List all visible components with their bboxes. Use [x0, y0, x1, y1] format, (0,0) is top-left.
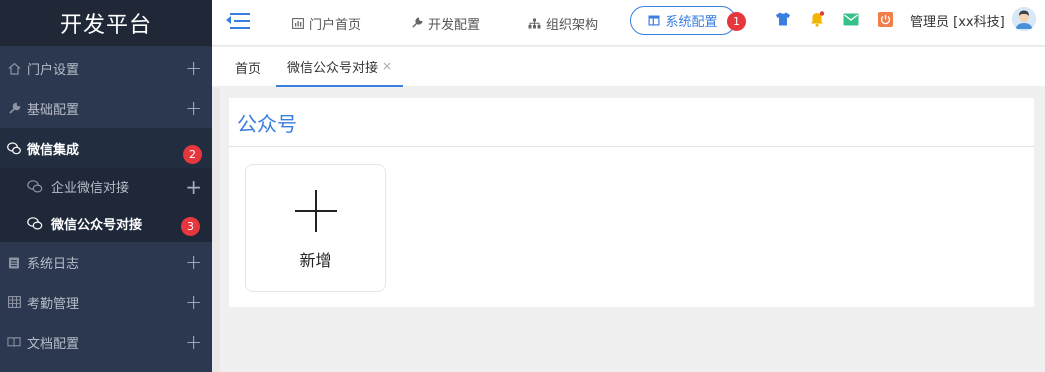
official-account-panel: 公众号 新增 [229, 98, 1034, 307]
notification-badge: 1 [727, 12, 746, 31]
expand-icon[interactable]: + [185, 292, 202, 312]
nav-dev-config[interactable]: 开发配置 [411, 0, 480, 46]
sidebar-item-label: 系统日志 [27, 256, 80, 272]
nav-org-structure[interactable]: 组织架构 [528, 0, 598, 46]
org-icon [528, 18, 541, 29]
sidebar-item-label: 考勤管理 [27, 296, 80, 312]
sidebar-item-wechat-official-account[interactable]: 微信公众号对接 3 [0, 205, 212, 242]
tab-home[interactable]: 首页 [235, 47, 261, 87]
sidebar-item-system-log[interactable]: 系统日志 + [0, 242, 212, 282]
wechat-submenu: 企业微信对接 + 微信公众号对接 3 [0, 168, 212, 242]
sidebar-item-label: 微信公众号对接 [51, 218, 143, 233]
plus-icon [294, 190, 337, 232]
user-name[interactable]: 管理员 [xx科技] [910, 0, 1005, 40]
sidebar-item-label: 文档配置 [27, 336, 80, 352]
sidebar-item-document-config[interactable]: 文档配置 + [0, 322, 212, 362]
wechat-icon [7, 141, 21, 155]
nav-label: 系统配置 [665, 15, 718, 30]
sidebar-item-wechat-integration[interactable]: 微信集成 2 [0, 128, 212, 168]
power-icon[interactable] [877, 11, 893, 27]
avatar[interactable] [1012, 7, 1036, 31]
sidebar-item-portal-settings[interactable]: 门户设置 + [0, 48, 212, 88]
bell-icon[interactable] [809, 11, 825, 27]
add-label: 新增 [299, 251, 332, 270]
sidebar-item-attendance[interactable]: 考勤管理 + [0, 282, 212, 322]
mail-icon[interactable] [843, 11, 859, 27]
sidebar-item-label: 微信集成 [27, 142, 80, 158]
tab-wechat-official-account[interactable]: 微信公众号对接 × [276, 47, 404, 87]
theme-shirt-icon[interactable] [775, 11, 791, 27]
expand-icon[interactable]: + [185, 252, 202, 272]
nav-label: 组织架构 [546, 17, 599, 33]
nav-system-config[interactable]: 系统配置 [630, 6, 736, 35]
nav-portal-home[interactable]: 门户首页 [292, 0, 361, 46]
wechat-icon [27, 217, 43, 231]
home-icon [7, 61, 21, 75]
layout-icon [648, 15, 660, 26]
clipboard-icon [7, 255, 21, 269]
sidebar-item-label: 门户设置 [27, 62, 80, 78]
panel-title: 公众号 [229, 98, 1034, 147]
sidebar-item-basic-config[interactable]: 基础配置 + [0, 88, 212, 128]
expand-icon[interactable]: + [185, 332, 202, 352]
sidebar: 开发平台 门户设置 + 基础配置 + 微信集成 2 企业微信对接 + 微信公众号… [0, 0, 212, 372]
expand-icon[interactable]: + [185, 177, 202, 197]
tab-label: 微信公众号对接 [287, 60, 379, 76]
sidebar-item-enterprise-wechat[interactable]: 企业微信对接 + [0, 168, 212, 205]
notification-badge: 2 [183, 145, 202, 164]
wrench-icon [411, 17, 423, 29]
top-navbar: 门户首页 开发配置 组织架构 系统配置 1 管理员 [xx科技] [212, 0, 1045, 46]
sidebar-item-label: 企业微信对接 [51, 181, 130, 196]
app-logo: 开发平台 [0, 0, 212, 46]
sidebar-item-label: 基础配置 [27, 102, 80, 118]
expand-icon[interactable]: + [185, 98, 202, 118]
book-icon [7, 335, 21, 349]
tab-label: 首页 [235, 61, 262, 77]
table-icon [7, 295, 21, 309]
notification-badge: 3 [181, 217, 200, 236]
page-tabs: 首页 微信公众号对接 × [212, 47, 1045, 87]
wechat-icon [27, 180, 43, 194]
nav-label: 门户首页 [309, 17, 362, 33]
close-icon[interactable]: × [382, 59, 392, 73]
expand-icon[interactable]: + [185, 58, 202, 78]
wrench-icon [7, 101, 21, 115]
nav-label: 开发配置 [428, 17, 481, 33]
chart-icon [292, 17, 304, 29]
menu-toggle-icon[interactable] [226, 11, 250, 31]
add-account-button[interactable]: 新增 [245, 164, 386, 292]
